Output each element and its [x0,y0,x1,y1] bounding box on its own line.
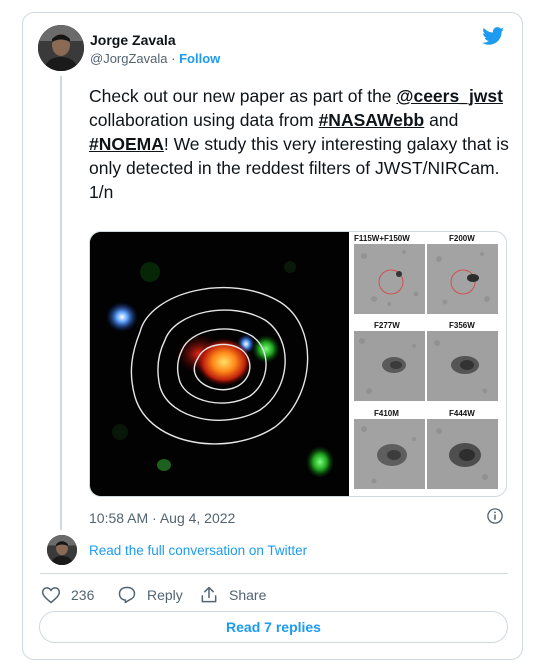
read-replies-label: Read 7 replies [226,619,321,635]
author-avatar-small[interactable] [47,535,77,565]
filter-label: F115W+F150W [354,234,410,243]
filter-thumbnail [427,419,498,489]
filter-thumbnail [354,419,425,489]
filter-thumbnail [427,244,498,314]
thread-line [60,76,62,530]
heart-icon [41,587,61,604]
separator-dot: · [171,51,176,66]
like-button[interactable]: 236 [41,585,94,605]
filter-label: F356W [449,321,475,330]
reply-icon [118,586,136,604]
share-icon [201,586,217,603]
author-handle-row: @JorgZavala · Follow [90,51,220,66]
tweet-text-part: Check out our new paper as part of the [89,86,397,106]
thread-counter: 1/n [89,182,114,202]
info-icon[interactable] [486,507,504,525]
filter-label: F444W [449,409,475,418]
hashtag-link[interactable]: #NASAWebb [319,110,425,130]
tweet-text-part: and [424,110,459,130]
filter-thumbnail [354,244,425,314]
tweet-text: Check out our new paper as part of the @… [89,84,509,204]
tweet-media[interactable]: F115W+F150W F200W F277W F356W F410M F444… [89,231,507,497]
read-replies-button[interactable]: Read 7 replies [39,611,508,643]
reply-button[interactable]: Reply [117,585,183,605]
filter-thumbnail [354,331,425,401]
twitter-bird-icon[interactable] [481,25,506,47]
divider [40,573,508,574]
read-full-conversation-link[interactable]: Read the full conversation on Twitter [89,543,307,558]
filter-label: F277W [374,321,400,330]
tweet-text-part: collaboration using data from [89,110,319,130]
mention-link[interactable]: @ceers_jwst [396,86,503,106]
hashtag-link[interactable]: #NOEMA [89,134,164,154]
reply-label: Reply [147,587,183,603]
filter-label: F200W [449,234,475,243]
author-avatar[interactable] [38,25,84,71]
share-label: Share [229,587,267,603]
author-handle[interactable]: @JorgZavala [90,51,168,66]
like-count: 236 [71,587,95,603]
tweet-timestamp[interactable]: 10:58 AM · Aug 4, 2022 [89,510,235,526]
share-button[interactable]: Share [199,585,266,605]
filter-thumbnail [427,331,498,401]
galaxy-image [90,232,349,496]
author-name[interactable]: Jorge Zavala [90,32,176,48]
filter-label: F410M [374,409,399,418]
follow-button[interactable]: Follow [179,51,220,66]
